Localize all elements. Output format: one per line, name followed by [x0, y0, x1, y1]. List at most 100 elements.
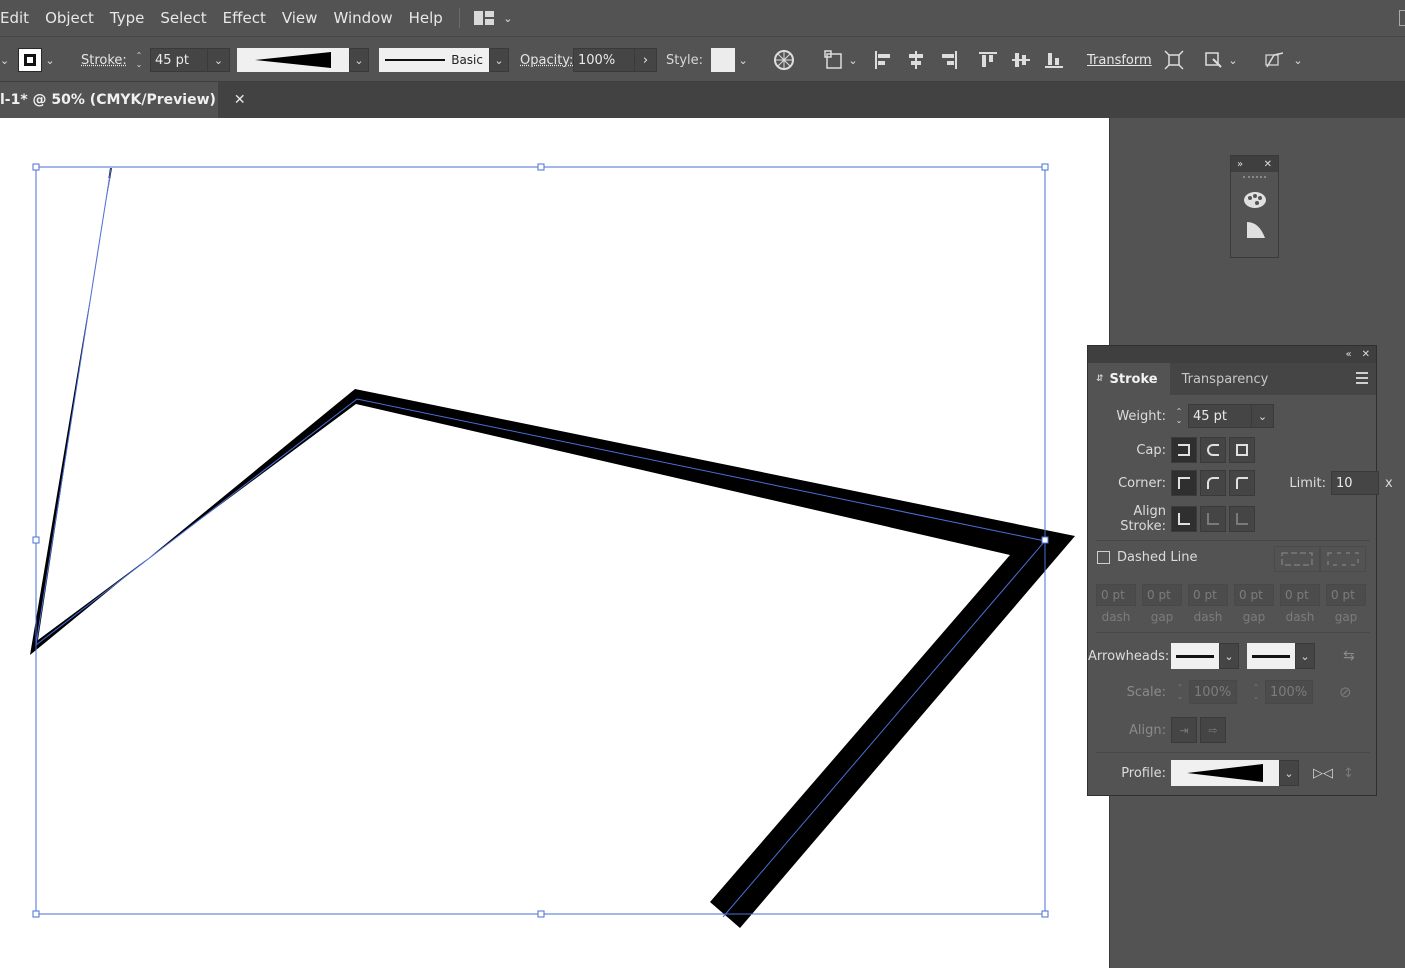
- start-scale-stepper[interactable]: ⌃ ⌄: [1173, 683, 1187, 701]
- collapse-panel-icon[interactable]: «: [1345, 349, 1351, 360]
- align-left-icon[interactable]: [870, 47, 896, 73]
- close-icon[interactable]: ✕: [234, 92, 246, 108]
- recolor-artwork-icon[interactable]: [771, 47, 797, 73]
- chevron-down-icon[interactable]: ⌄: [848, 54, 858, 67]
- resize-handle-middle-left[interactable]: [32, 536, 40, 544]
- chevron-down-icon[interactable]: ⌄: [1279, 760, 1299, 786]
- stroke-weight-stepper[interactable]: ⌃ ⌄: [132, 51, 146, 69]
- align-stroke-outside-button[interactable]: [1229, 506, 1255, 532]
- transform-link[interactable]: Transform: [1087, 53, 1152, 68]
- dash-1-input[interactable]: 0 pt: [1096, 584, 1136, 606]
- start-scale-input[interactable]: 100%: [1189, 680, 1237, 704]
- gap-2-input[interactable]: 0 pt: [1234, 584, 1274, 606]
- select-similar-icon[interactable]: [1201, 47, 1227, 73]
- puppet-warp-icon[interactable]: [1262, 47, 1288, 73]
- graphic-style-swatch[interactable]: [711, 48, 736, 72]
- end-scale-stepper[interactable]: ⌃ ⌄: [1249, 683, 1263, 701]
- resize-handle-top-center[interactable]: [537, 163, 545, 171]
- chevron-down-icon[interactable]: ⌄: [1227, 54, 1239, 67]
- projecting-cap-button[interactable]: [1229, 437, 1255, 463]
- close-icon[interactable]: ✕: [1362, 349, 1370, 360]
- preserve-dash-button[interactable]: [1274, 546, 1320, 572]
- stroke-panel-titlebar[interactable]: « ✕: [1088, 346, 1376, 363]
- panel-menu-icon[interactable]: [1356, 372, 1368, 387]
- resize-handle-top-right[interactable]: [1041, 163, 1049, 171]
- gap-3-input[interactable]: 0 pt: [1326, 584, 1366, 606]
- weight-input[interactable]: 45 pt: [1188, 404, 1252, 428]
- align-stroke-center-button[interactable]: [1171, 506, 1197, 532]
- menu-edit[interactable]: Edit: [0, 0, 37, 36]
- stroke-weight-input[interactable]: 45 pt: [150, 48, 208, 72]
- resize-handle-bottom-left[interactable]: [32, 910, 40, 918]
- weight-dropdown[interactable]: ⌄: [1252, 404, 1274, 428]
- menu-type[interactable]: Type: [102, 0, 152, 36]
- opacity-expand-button[interactable]: ›: [635, 48, 657, 72]
- resize-handle-bottom-right[interactable]: [1041, 910, 1049, 918]
- dash-3-input[interactable]: 0 pt: [1280, 584, 1320, 606]
- align-stroke-inside-button[interactable]: [1200, 506, 1226, 532]
- miter-limit-input[interactable]: 10: [1331, 471, 1379, 495]
- menu-select[interactable]: Select: [152, 0, 214, 36]
- chevron-down-icon[interactable]: ⌄: [1219, 643, 1239, 669]
- expand-panels-icon[interactable]: »: [1237, 159, 1243, 170]
- butt-cap-button[interactable]: [1171, 437, 1197, 463]
- arrow-tip-beyond-end-button[interactable]: ⇥: [1171, 717, 1197, 743]
- weight-stepper[interactable]: ⌃ ⌄: [1172, 407, 1186, 425]
- align-right-icon[interactable]: [936, 47, 962, 73]
- stroked-path-outline[interactable]: [30, 168, 1075, 928]
- align-top-icon[interactable]: [975, 47, 1001, 73]
- align-horizontal-center-icon[interactable]: [903, 47, 929, 73]
- gradient-icon[interactable]: [1245, 218, 1267, 240]
- resize-handle-bottom-center[interactable]: [537, 910, 545, 918]
- artwork-svg[interactable]: [0, 118, 1109, 968]
- round-cap-button[interactable]: [1200, 437, 1226, 463]
- chevron-down-icon[interactable]: ⌄: [1288, 54, 1308, 67]
- miter-join-button[interactable]: [1171, 470, 1197, 496]
- chevron-down-icon[interactable]: ⌄: [0, 54, 9, 67]
- start-arrowhead-select[interactable]: [1171, 643, 1219, 669]
- variable-width-profile-select[interactable]: [237, 48, 349, 72]
- bevel-join-button[interactable]: [1229, 470, 1255, 496]
- document-tab[interactable]: l-1* @ 50% (CMYK/Preview) ✕: [0, 82, 246, 118]
- width-profile-select[interactable]: [1171, 760, 1279, 786]
- end-arrowhead-select[interactable]: [1247, 643, 1295, 669]
- stroke-weight-dropdown[interactable]: ⌄: [208, 48, 230, 72]
- workspace-switcher[interactable]: ⌄: [468, 11, 522, 25]
- flip-along-icon[interactable]: ▷◁: [1313, 766, 1333, 781]
- swap-arrowheads-icon[interactable]: ⇆: [1343, 648, 1355, 664]
- chevron-down-icon[interactable]: ⌄: [349, 48, 369, 72]
- chevron-down-icon[interactable]: ⌄: [42, 54, 58, 67]
- close-icon[interactable]: ✕: [1264, 159, 1272, 170]
- chevron-down-icon[interactable]: ⌄: [1295, 643, 1315, 669]
- flip-across-icon[interactable]: ↕: [1343, 766, 1354, 781]
- menu-view[interactable]: View: [274, 0, 326, 36]
- menu-window[interactable]: Window: [325, 0, 400, 36]
- artboard-canvas[interactable]: [0, 118, 1109, 968]
- menu-help[interactable]: Help: [401, 0, 451, 36]
- align-vertical-center-icon[interactable]: [1008, 47, 1034, 73]
- round-join-button[interactable]: [1200, 470, 1226, 496]
- resize-handle-top-left[interactable]: [32, 163, 40, 171]
- shape-mode-icon[interactable]: [822, 47, 848, 73]
- gap-1-input[interactable]: 0 pt: [1142, 584, 1182, 606]
- opacity-label[interactable]: Opacity:: [520, 53, 573, 68]
- stroke-color-swatch[interactable]: [18, 48, 42, 72]
- chevron-down-icon[interactable]: ⌄: [489, 48, 509, 72]
- tab-stroke[interactable]: ⇵ Stroke: [1088, 363, 1170, 395]
- menu-effect[interactable]: Effect: [215, 0, 274, 36]
- align-dash-corners-button[interactable]: [1320, 546, 1366, 572]
- stroke-label[interactable]: Stroke:: [81, 53, 127, 68]
- dashed-line-checkbox[interactable]: [1097, 551, 1110, 564]
- menu-object[interactable]: Object: [37, 0, 102, 36]
- brush-definition-select[interactable]: Basic: [379, 48, 489, 72]
- resize-handle-middle-right[interactable]: [1041, 536, 1049, 544]
- align-bottom-icon[interactable]: [1041, 47, 1067, 73]
- arrow-tip-at-end-button[interactable]: ⇨: [1200, 717, 1226, 743]
- drag-grip[interactable]: [1243, 176, 1266, 184]
- opacity-input[interactable]: 100%: [573, 48, 635, 72]
- isolate-selected-icon[interactable]: [1161, 47, 1187, 73]
- link-scale-icon[interactable]: ⊘: [1339, 683, 1352, 701]
- chevron-down-icon[interactable]: ⌄: [735, 54, 751, 67]
- color-guide-icon[interactable]: [1243, 190, 1267, 210]
- dash-2-input[interactable]: 0 pt: [1188, 584, 1228, 606]
